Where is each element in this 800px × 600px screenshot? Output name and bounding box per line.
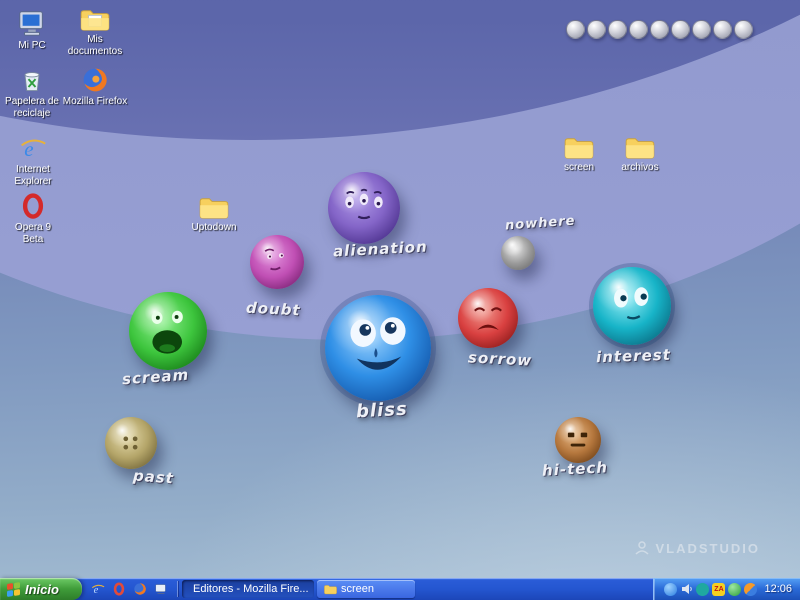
bubble-shortcut-icon[interactable] — [566, 20, 585, 39]
sphere-label-nowhere: nowhere — [505, 214, 576, 234]
sphere-label-hi-tech: hi-tech — [542, 458, 609, 479]
bubble-shortcut-icon[interactable] — [608, 20, 627, 39]
quicklaunch-opera-icon[interactable] — [111, 581, 127, 597]
task-button-firefox[interactable]: Editores - Mozilla Fire... — [182, 580, 314, 598]
my-documents-icon — [80, 8, 110, 32]
desktop-icon-label: Papelera de reciclaje — [0, 96, 64, 120]
sphere-hi-tech — [555, 417, 601, 463]
desktop-icon-uptodown-folder[interactable]: Uptodown — [184, 196, 244, 234]
sphere-alienation — [328, 172, 400, 244]
tray-zonealarm-icon[interactable]: ZA — [712, 583, 725, 596]
taskbar: Inicio e Editores - Mozilla Fire... — [0, 578, 800, 600]
sphere-label-bliss: bliss — [355, 399, 408, 423]
bubble-shortcut-icon[interactable] — [734, 20, 753, 39]
desktop-icon-label: Mis documentos — [62, 34, 128, 58]
sphere-label-alienation: alienation — [333, 238, 428, 261]
start-button[interactable]: Inicio — [0, 578, 82, 600]
vladstudio-person-icon — [634, 540, 650, 556]
sphere-label-sorrow: sorrow — [468, 348, 533, 369]
internet-explorer-icon: e — [19, 134, 47, 162]
tray-antivirus-icon[interactable] — [696, 583, 709, 596]
sphere-label-doubt: doubt — [246, 299, 302, 320]
taskbar-separator — [177, 581, 178, 597]
bubble-shortcut-icon[interactable] — [713, 20, 732, 39]
tray-security-shield-icon[interactable] — [728, 583, 741, 596]
desktop-icon-label: archivos — [621, 162, 658, 174]
desktop-icon-internet-explorer[interactable]: e Internet Explorer — [4, 134, 62, 188]
task-button-screen-folder[interactable]: screen — [317, 580, 415, 598]
recycle-bin-icon — [18, 66, 46, 94]
quicklaunch-internet-explorer-icon[interactable]: e — [90, 581, 106, 597]
sphere-sorrow — [458, 288, 518, 348]
desktop-icon-label: Mozilla Firefox — [63, 96, 127, 108]
opera-icon — [19, 192, 47, 220]
vladstudio-watermark: VLADSTUDIO — [634, 540, 761, 556]
wallpaper-bottom-glow — [160, 360, 800, 600]
folder-icon — [564, 136, 594, 160]
my-computer-icon — [17, 8, 47, 38]
desktop: alienation doubt scream bliss sorrow int… — [0, 0, 800, 600]
desktop-icon-my-computer[interactable]: Mi PC — [2, 8, 62, 52]
desktop-icon-label: Mi PC — [18, 40, 45, 52]
desktop-icon-recycle-bin[interactable]: Papelera de reciclaje — [0, 66, 64, 120]
folder-icon — [324, 584, 337, 595]
windows-logo-icon — [7, 582, 20, 597]
sphere-past — [105, 417, 157, 469]
interest-face-icon — [593, 267, 671, 345]
vladstudio-watermark-text: VLADSTUDIO — [656, 541, 761, 556]
sphere-interest — [593, 267, 671, 345]
system-tray: ZA 12:06 — [653, 578, 800, 600]
desktop-icon-screen-folder[interactable]: screen — [552, 136, 606, 174]
quicklaunch-firefox-icon[interactable] — [132, 581, 148, 597]
sphere-label-scream: scream — [121, 366, 189, 389]
hi-tech-face-icon — [555, 417, 601, 463]
sphere-doubt — [250, 235, 304, 289]
tray-messenger-icon[interactable] — [744, 583, 757, 596]
desktop-icon-label: Opera 9 Beta — [4, 222, 62, 246]
desktop-icon-label: screen — [564, 162, 594, 174]
desktop-icon-my-documents[interactable]: Mis documentos — [62, 8, 128, 58]
firefox-icon — [81, 66, 109, 94]
bliss-face-icon — [325, 295, 431, 401]
tray-network-icon[interactable] — [664, 583, 677, 596]
tray-volume-icon[interactable] — [680, 583, 693, 596]
sorrow-face-icon — [458, 288, 518, 348]
past-face-icon — [105, 417, 157, 469]
sphere-label-interest: interest — [596, 346, 671, 367]
folder-icon — [199, 196, 229, 220]
alienation-face-icon — [328, 172, 400, 244]
start-button-label: Inicio — [25, 582, 59, 597]
scream-face-icon — [129, 292, 207, 370]
task-button-label: screen — [341, 583, 374, 595]
bubble-shortcut-row — [566, 20, 753, 39]
doubt-face-icon — [250, 235, 304, 289]
sphere-nowhere — [501, 236, 535, 270]
folder-icon — [625, 136, 655, 160]
desktop-icon-opera[interactable]: Opera 9 Beta — [4, 192, 62, 246]
desktop-icon-archivos-folder[interactable]: archivos — [612, 136, 668, 174]
sphere-label-past: past — [132, 467, 174, 488]
desktop-icon-mozilla-firefox[interactable]: Mozilla Firefox — [62, 66, 128, 108]
sphere-bliss — [325, 295, 431, 401]
desktop-icon-label: Internet Explorer — [4, 164, 62, 188]
bubble-shortcut-icon[interactable] — [629, 20, 648, 39]
quicklaunch-show-desktop-icon[interactable] — [153, 581, 169, 597]
bubble-shortcut-icon[interactable] — [671, 20, 690, 39]
bubble-shortcut-icon[interactable] — [587, 20, 606, 39]
desktop-icon-label: Uptodown — [191, 222, 236, 234]
sphere-scream — [129, 292, 207, 370]
bubble-shortcut-icon[interactable] — [692, 20, 711, 39]
task-button-label: Editores - Mozilla Fire... — [193, 583, 309, 595]
quick-launch-bar: e — [82, 581, 177, 597]
task-button-area: Editores - Mozilla Fire... screen — [182, 580, 415, 598]
taskbar-clock[interactable]: 12:06 — [764, 583, 792, 595]
bubble-shortcut-icon[interactable] — [650, 20, 669, 39]
